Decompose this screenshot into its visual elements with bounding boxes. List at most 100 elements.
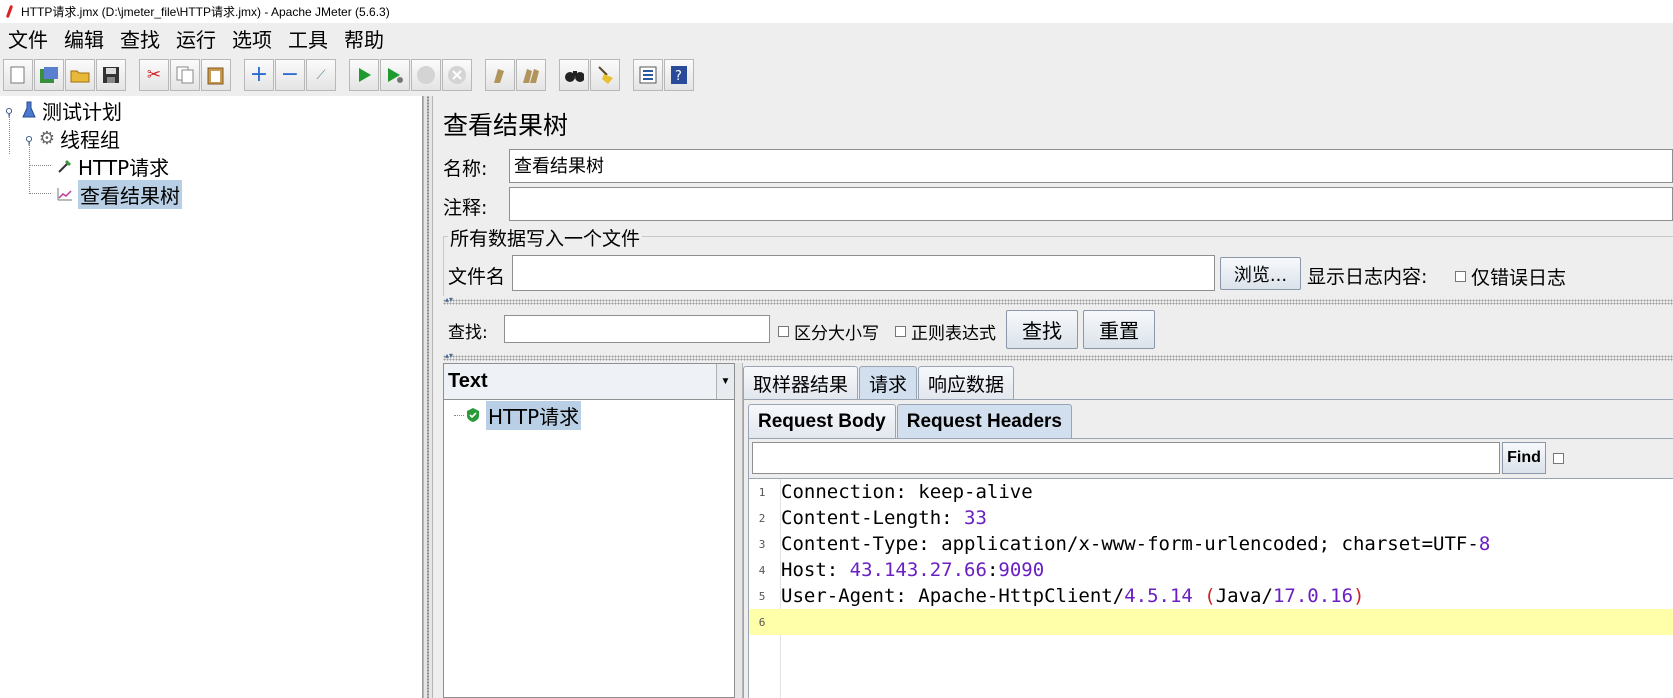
- start-no-pause-icon: [385, 65, 405, 85]
- window-title: HTTP请求.jmx (D:\jmeter_file\HTTP请求.jmx) -…: [21, 5, 390, 19]
- broom-icon: [595, 65, 615, 85]
- header-value: 43.143.27.66:9090: [850, 559, 1045, 581]
- paste-icon: [206, 65, 226, 85]
- name-field[interactable]: 查看结果树: [509, 149, 1673, 183]
- request-tab-content: Request Body Request Headers Find 1 Conne…: [743, 399, 1673, 698]
- collapse-all-button[interactable]: −: [275, 59, 305, 91]
- checkbox-box[interactable]: [895, 326, 906, 337]
- filename-label: 文件名: [448, 266, 506, 288]
- start-no-pauses-button[interactable]: [380, 59, 410, 91]
- comment-field[interactable]: [509, 187, 1673, 221]
- code-line: 1 Connection: keep-alive: [749, 479, 1673, 505]
- open-button[interactable]: [65, 59, 95, 91]
- cut-button[interactable]: ✂: [139, 59, 169, 91]
- text-find-input[interactable]: [752, 442, 1500, 474]
- clear-all-button[interactable]: [516, 59, 546, 91]
- text-find-button[interactable]: Find: [1502, 442, 1546, 474]
- header-separator: :: [826, 559, 850, 581]
- templates-icon: [39, 65, 59, 85]
- number-token: 4.5.14: [1124, 585, 1193, 607]
- headers-text-area[interactable]: 1 Connection: keep-alive 2 Content-Length:…: [749, 478, 1673, 698]
- results-split-divider[interactable]: [735, 363, 743, 698]
- tree-handle-thread-group[interactable]: ⚲: [25, 134, 33, 147]
- flask-icon: [20, 101, 38, 119]
- expand-all-button[interactable]: +: [244, 59, 274, 91]
- collapse-divider[interactable]: [443, 299, 1673, 305]
- menu-search[interactable]: 查找: [118, 24, 162, 53]
- tree-handle-test-plan[interactable]: ⚲: [5, 106, 13, 119]
- tree-node-thread-group[interactable]: ⚙ 线程组: [38, 124, 120, 152]
- toggle-icon: ⟋: [316, 67, 326, 83]
- start-icon: [354, 65, 374, 85]
- tab-response-data[interactable]: 响应数据: [918, 366, 1015, 399]
- filename-field[interactable]: [512, 255, 1215, 291]
- menu-file[interactable]: 文件: [6, 24, 50, 53]
- tab-request-body[interactable]: Request Body: [748, 404, 896, 438]
- tree-node-view-results-tree[interactable]: 查看结果树: [56, 179, 182, 209]
- new-button[interactable]: [3, 59, 33, 91]
- paste-button[interactable]: [201, 59, 231, 91]
- paren-token: (: [1204, 585, 1216, 607]
- save-button[interactable]: [96, 59, 126, 91]
- menu-run[interactable]: 运行: [174, 24, 218, 53]
- line-number: 5: [758, 589, 766, 603]
- function-helper-button[interactable]: [633, 59, 663, 91]
- reset-button[interactable]: 重置: [1083, 310, 1155, 349]
- text-token: Java/: [1215, 585, 1273, 607]
- tree-node-test-plan[interactable]: 测试计划: [20, 96, 122, 124]
- toggle-button[interactable]: ⟋: [306, 59, 336, 91]
- clear-button[interactable]: [485, 59, 515, 91]
- number-token: 17.0.16: [1272, 585, 1354, 607]
- tab-sampler-result[interactable]: 取样器结果: [743, 366, 859, 399]
- search-button[interactable]: [559, 59, 589, 91]
- shutdown-button: [442, 59, 472, 91]
- start-button[interactable]: [349, 59, 379, 91]
- menu-edit[interactable]: 编辑: [62, 24, 106, 53]
- regex-checkbox[interactable]: 正则表达式: [895, 319, 996, 344]
- line-number: 1: [758, 485, 766, 499]
- collapse-arrows-icon[interactable]: ▴▾: [445, 352, 453, 360]
- sample-results-tree: Text ▼ HTTP请求: [443, 363, 735, 698]
- number-token: 9090: [998, 559, 1045, 581]
- stop-icon: [416, 65, 436, 85]
- find-option-checkbox[interactable]: [1553, 453, 1564, 464]
- search-input[interactable]: [504, 315, 770, 343]
- line-number: 6: [758, 615, 766, 629]
- browse-button[interactable]: 浏览...: [1220, 257, 1301, 290]
- number-token: 43.143.27.66: [849, 559, 987, 581]
- menu-tools[interactable]: 工具: [286, 24, 330, 53]
- tree-node-http-request[interactable]: HTTP请求: [56, 152, 169, 180]
- collapse-arrows-icon[interactable]: ▴▾: [445, 296, 453, 304]
- header-name: Content-Length: [781, 507, 942, 529]
- help-icon: ?: [669, 65, 689, 85]
- renderer-select[interactable]: Text ▼: [444, 364, 734, 400]
- help-button[interactable]: ?: [664, 59, 694, 91]
- tab-request-headers[interactable]: Request Headers: [896, 404, 1072, 438]
- collapse-divider[interactable]: [443, 355, 1673, 361]
- errors-only-label: 仅错误日志: [1471, 267, 1567, 289]
- menu-bar: 文件 编辑 查找 运行 选项 工具 帮助: [0, 23, 1673, 53]
- case-sensitive-checkbox[interactable]: 区分大小写: [778, 319, 879, 344]
- stop-button: [411, 59, 441, 91]
- checkbox-box[interactable]: [1455, 271, 1466, 282]
- result-tabs: 取样器结果 请求 响应数据 Request Body Request Heade…: [743, 363, 1673, 698]
- reset-search-button[interactable]: [590, 59, 620, 91]
- line-number: 3: [758, 537, 766, 551]
- copy-button[interactable]: [170, 59, 200, 91]
- errors-only-checkbox[interactable]: 仅错误日志: [1455, 263, 1566, 290]
- find-button[interactable]: 查找: [1006, 310, 1078, 349]
- menu-help[interactable]: 帮助: [342, 24, 386, 53]
- collapse-icon: −: [280, 62, 300, 87]
- comment-label: 注释:: [443, 197, 488, 219]
- case-sensitive-label: 区分大小写: [794, 324, 879, 344]
- header-separator: :: [941, 507, 965, 529]
- header-separator: :: [895, 585, 919, 607]
- sample-row[interactable]: HTTP请求: [464, 400, 582, 430]
- cut-icon: ✂: [146, 64, 162, 85]
- main-split-divider[interactable]: [423, 96, 433, 698]
- chevron-down-icon[interactable]: ▼: [716, 364, 734, 399]
- tab-request[interactable]: 请求: [859, 366, 918, 399]
- menu-options[interactable]: 选项: [230, 24, 274, 53]
- templates-button[interactable]: [34, 59, 64, 91]
- checkbox-box[interactable]: [778, 326, 789, 337]
